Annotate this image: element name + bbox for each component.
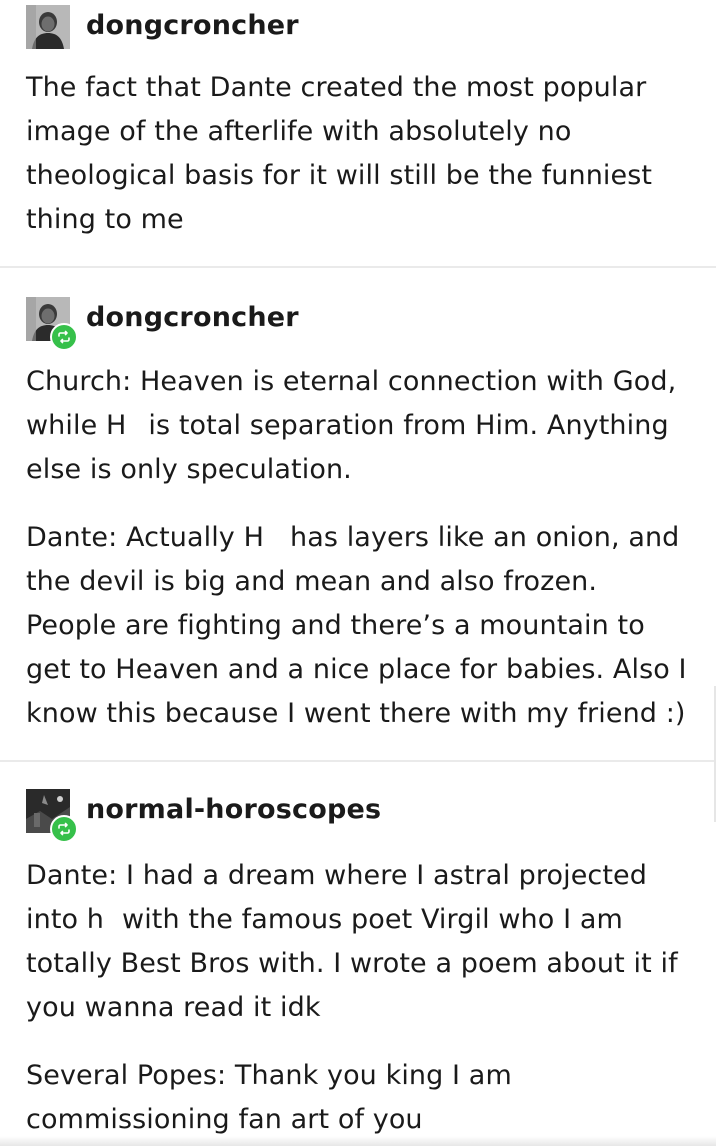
avatar[interactable] bbox=[26, 297, 78, 351]
post-reblog: normal-horoscopes Dante: I had a dream w… bbox=[0, 762, 716, 1146]
post-header: dongcroncher bbox=[26, 4, 299, 50]
post-text: The fact that Dante created the most pop… bbox=[26, 72, 653, 235]
post-text: Several Popes: Thank you king I am commi… bbox=[26, 1060, 512, 1135]
post-username[interactable]: normal-horoscopes bbox=[86, 794, 381, 825]
post-username[interactable]: dongcroncher bbox=[86, 302, 299, 333]
post-text: Church: Heaven is eternal connection wit… bbox=[26, 360, 696, 492]
post-text-segment: Dante: Actually H bbox=[26, 522, 264, 553]
bottom-shadow bbox=[0, 1136, 716, 1146]
reblog-badge bbox=[50, 815, 78, 843]
post-text-segment: has layers like an onion, and the devil … bbox=[26, 522, 687, 729]
post-text: Dante: Actually Hhas layers like an onio… bbox=[26, 516, 696, 736]
post-text: Dante: I had a dream where I astral proj… bbox=[26, 854, 696, 1030]
post-header: dongcroncher bbox=[26, 296, 299, 351]
post-reblog: dongcroncher Church: Heaven is eternal c… bbox=[0, 268, 716, 760]
post-text-segment: with the famous poet Virgil who I am tot… bbox=[26, 904, 678, 1023]
post-original: dongcroncher The fact that Dante created… bbox=[0, 0, 716, 266]
tumblr-post-thread: dongcroncher The fact that Dante created… bbox=[0, 0, 716, 1146]
reblog-icon bbox=[58, 330, 70, 344]
reblog-badge bbox=[50, 323, 78, 351]
post-username[interactable]: dongcroncher bbox=[86, 10, 299, 41]
avatar[interactable] bbox=[26, 789, 78, 843]
reblog-icon bbox=[58, 822, 70, 836]
post-header: normal-horoscopes bbox=[26, 788, 381, 843]
avatar-portrait-icon bbox=[26, 5, 70, 49]
avatar[interactable] bbox=[26, 5, 70, 49]
